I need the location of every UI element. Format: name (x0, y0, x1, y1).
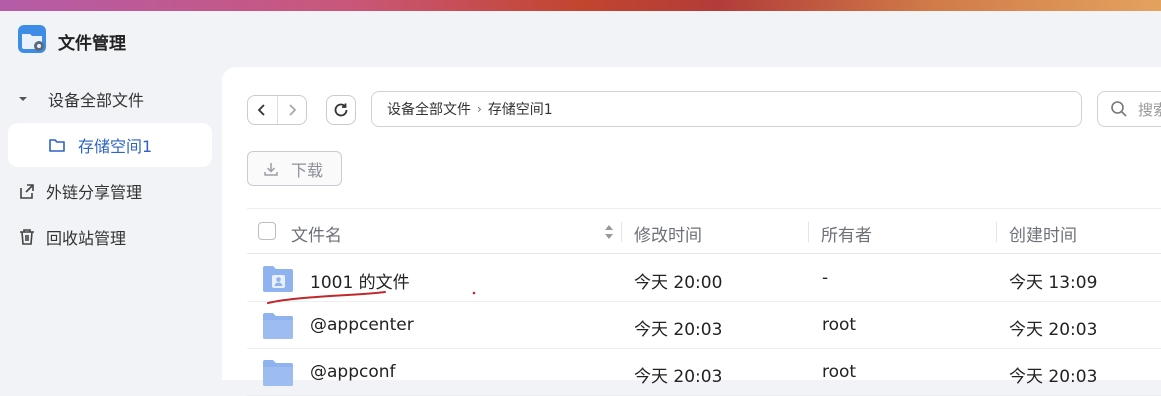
file-name[interactable]: @appcenter (310, 315, 414, 335)
search-placeholder: 搜索 (1138, 100, 1161, 119)
forward-button[interactable] (276, 96, 307, 124)
main-panel: 设备全部文件 › 存储空间1 搜索 下载 文件名 修改时间 所有者 创建时间 1… (222, 67, 1161, 396)
owner: root (822, 362, 857, 382)
owner: - (822, 268, 829, 288)
download-button[interactable]: 下载 (247, 151, 342, 186)
search-icon (1111, 101, 1127, 117)
chevron-left-icon (257, 104, 265, 116)
download-icon (264, 162, 278, 176)
trash-icon (20, 229, 34, 245)
app-title: 文件管理 (58, 34, 126, 54)
window-top-strip (0, 0, 1161, 11)
breadcrumb[interactable]: 设备全部文件 › 存储空间1 (371, 91, 1082, 127)
column-divider[interactable] (808, 222, 809, 242)
sidebar-item-storage-1[interactable]: 存储空间1 (8, 123, 212, 167)
breadcrumb-item-current[interactable]: 存储空间1 (488, 99, 553, 119)
column-header-modified[interactable]: 修改时间 (634, 221, 702, 246)
download-label: 下载 (291, 160, 324, 180)
refresh-icon (334, 103, 348, 117)
sidebar-item-label: 回收站管理 (46, 229, 127, 248)
table-header: 文件名 修改时间 所有者 创建时间 (247, 208, 1161, 254)
search-input[interactable]: 搜索 (1097, 91, 1161, 127)
sidebar-item-label: 存储空间1 (78, 137, 153, 156)
created-time: 今天 20:03 (1009, 367, 1098, 387)
file-name[interactable]: 1001 的文件 (310, 268, 410, 293)
owner: root (822, 315, 857, 335)
history-nav-group (247, 95, 307, 125)
caret-down-icon (19, 97, 27, 101)
column-divider[interactable] (996, 222, 997, 242)
breadcrumb-item-root[interactable]: 设备全部文件 (387, 99, 471, 119)
sidebar-item-all-files[interactable]: 设备全部文件 (0, 77, 212, 121)
select-all-checkbox[interactable] (258, 222, 276, 240)
file-name[interactable]: @appconf (310, 362, 396, 382)
table-row[interactable]: 1001 的文件 今天 20:00 - 今天 13:09 (247, 255, 1161, 302)
breadcrumb-separator: › (477, 102, 482, 116)
table-row[interactable]: @appcenter 今天 20:03 root 今天 20:03 (247, 302, 1161, 349)
sidebar-item-label: 外链分享管理 (46, 183, 143, 202)
folder-icon (263, 313, 293, 339)
created-time: 今天 13:09 (1009, 273, 1098, 293)
folder-icon (49, 139, 65, 152)
sidebar: 设备全部文件 存储空间1 外链分享管理 回收站管理 (0, 67, 222, 380)
chevron-right-icon (289, 104, 297, 116)
table-row[interactable]: @appconf 今天 20:03 root 今天 20:03 (247, 349, 1161, 396)
column-header-owner[interactable]: 所有者 (821, 221, 872, 246)
back-button[interactable] (248, 96, 277, 124)
column-divider[interactable] (621, 222, 622, 242)
sort-icon[interactable] (604, 224, 614, 240)
modified-time: 今天 20:00 (634, 273, 723, 293)
sidebar-item-recycle-bin[interactable]: 回收站管理 (0, 215, 212, 259)
share-link-icon (20, 184, 34, 199)
refresh-button[interactable] (326, 95, 356, 125)
sidebar-item-label: 设备全部文件 (48, 91, 145, 110)
file-manager-app-icon (18, 25, 46, 53)
column-header-created[interactable]: 创建时间 (1009, 221, 1077, 246)
modified-time: 今天 20:03 (634, 320, 723, 340)
modified-time: 今天 20:03 (634, 367, 723, 387)
created-time: 今天 20:03 (1009, 320, 1098, 340)
folder-icon (263, 360, 293, 386)
column-header-name[interactable]: 文件名 (291, 221, 342, 246)
sidebar-item-share-links[interactable]: 外链分享管理 (0, 169, 212, 213)
title-bar: 文件管理 (0, 11, 1161, 67)
user-folder-icon (263, 266, 293, 292)
